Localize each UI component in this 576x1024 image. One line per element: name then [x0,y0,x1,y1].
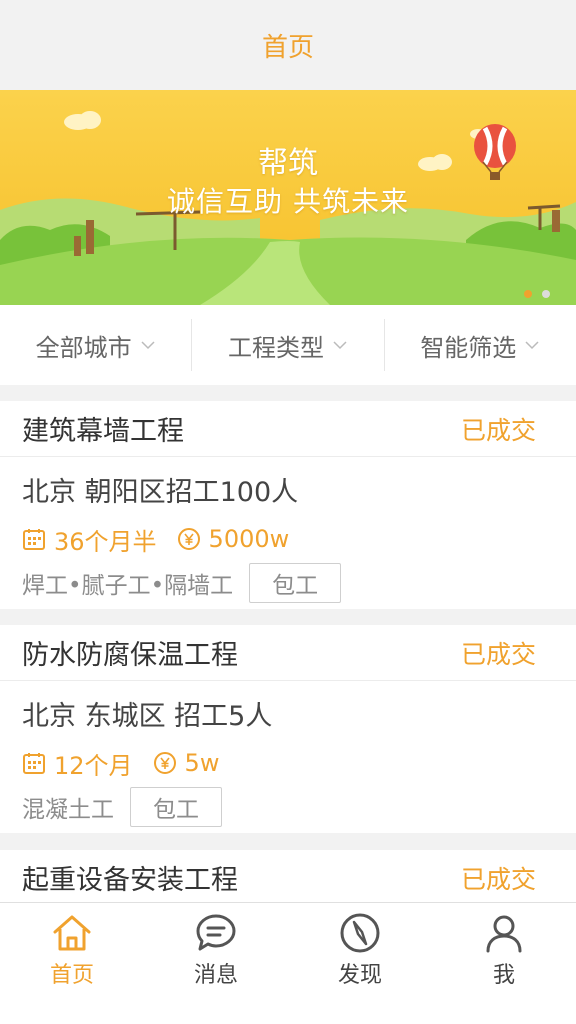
user-icon [486,915,522,953]
carousel-dot-active [524,290,532,298]
contract-type-badge: 包工 [130,787,222,827]
filter-smart-dropdown[interactable]: 智能筛选 [385,319,576,371]
chevron-down-icon [141,341,155,350]
project-card[interactable]: 防水防腐保温工程 已成交 北京 东城区 招工5人 12个月 5w 混凝土工 包工 [0,625,576,833]
tab-home[interactable]: 首页 [0,903,144,1024]
card-header: 防水防腐保温工程 已成交 [0,625,576,681]
carousel-indicator [524,290,550,298]
message-icon [196,914,236,951]
project-title: 建筑幕墙工程 [22,416,184,447]
card-header: 建筑幕墙工程 已成交 [0,401,576,457]
page-title: 首页 [261,32,314,63]
header: 首页 [0,0,576,90]
contract-type-badge: 包工 [249,563,342,603]
status-badge: 已成交 [460,415,536,445]
filter-bar: 全部城市 工程类型 智能筛选 [0,305,576,385]
compass-icon [340,913,380,953]
project-budget: 5w [184,749,220,777]
tab-discover[interactable]: 发现 [288,903,432,1024]
chevron-down-icon [333,341,347,350]
project-location: 北京 朝阳区招工100人 [22,477,299,508]
calendar-icon [23,529,45,550]
project-card[interactable]: 起重设备安装工程 已成交 [0,850,576,906]
card-header: 起重设备安装工程 已成交 [0,850,576,906]
status-badge: 已成交 [460,639,536,669]
filter-label: 全部城市 [35,333,132,362]
project-location: 北京 东城区 招工5人 [22,701,273,732]
tab-me[interactable]: 我 [432,903,576,1024]
filter-label: 工程类型 [227,333,324,362]
project-duration: 12个月 [54,751,133,780]
filter-type-dropdown[interactable]: 工程类型 [192,319,385,371]
yuan-icon [177,528,200,550]
status-badge: 已成交 [460,864,536,894]
tab-messages[interactable]: 消息 [144,903,288,1024]
project-title: 防水防腐保温工程 [22,640,238,671]
banner-carousel[interactable]: 帮筑 诚信互助 共筑未来 [0,90,576,305]
project-budget: 5000w [208,525,290,553]
project-duration: 36个月半 [54,527,157,556]
project-trades: 焊工•腻子工•隔墙工 [22,573,234,599]
calendar-icon [23,753,45,774]
yuan-icon [153,752,176,774]
filter-city-dropdown[interactable]: 全部城市 [0,319,193,371]
tab-label: 首页 [49,963,94,988]
tab-label: 发现 [337,963,382,988]
bottom-tab-bar: 首页 消息 发现 我 [0,902,576,1024]
carousel-dot [542,290,550,298]
project-title: 起重设备安装工程 [22,865,238,896]
tab-label: 我 [492,963,515,988]
banner-title: 帮筑 [258,146,318,181]
tab-label: 消息 [193,963,238,988]
banner-slogan: 诚信互助 共筑未来 [167,185,409,218]
chevron-down-icon [525,341,539,350]
project-trades: 混凝土工 [22,797,114,823]
home-icon [53,915,91,951]
project-card[interactable]: 建筑幕墙工程 已成交 北京 朝阳区招工100人 36个月半 5000w 焊工•腻… [0,401,576,609]
filter-label: 智能筛选 [420,333,517,362]
